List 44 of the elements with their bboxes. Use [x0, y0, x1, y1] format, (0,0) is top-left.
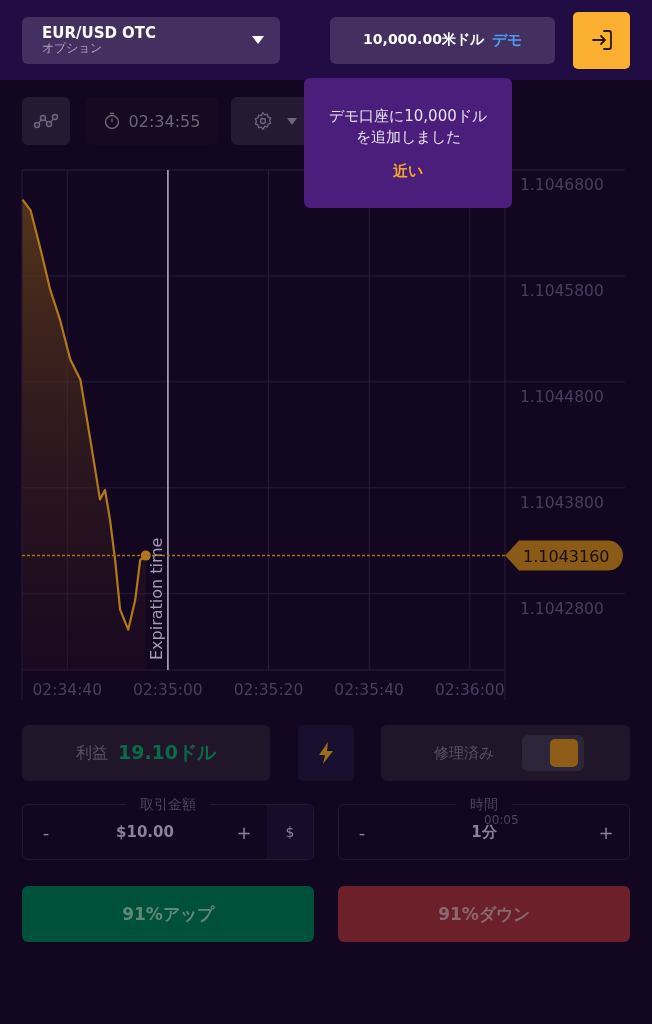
time-axis-label: 02:34:40: [32, 681, 103, 699]
login-button[interactable]: [573, 11, 630, 69]
fixed-label: 修理済み: [434, 743, 494, 763]
profit-label: 利益: [75, 742, 108, 764]
time-axis-label: 02:35:20: [233, 681, 304, 699]
time-axis-label: 02:35:00: [133, 681, 203, 699]
price-axis-label: 1.1046800: [520, 176, 604, 194]
account-mode: デモ: [491, 30, 522, 50]
price-axis-label: 1.1045800: [520, 281, 604, 300]
price-tag: 1.1043160: [505, 540, 623, 571]
asset-selector[interactable]: EUR/USD OTC オプション: [22, 16, 280, 64]
decrease-button[interactable]: -: [339, 805, 385, 859]
caret-icon: [252, 36, 264, 44]
current-price-dot: [140, 550, 151, 561]
price-axis-label: 1.1043800: [520, 493, 604, 512]
currency-button[interactable]: $: [267, 805, 313, 859]
login-icon: [589, 28, 614, 52]
increase-button[interactable]: +: [583, 805, 629, 859]
balance-display[interactable]: 10,000.00米ドル デモ: [330, 16, 555, 64]
increase-button[interactable]: +: [221, 805, 267, 859]
timer-text: 02:34:55: [128, 111, 201, 131]
time-axis-label: 02:35:40: [334, 681, 404, 699]
expiration-label: Expiration time: [146, 537, 166, 660]
notification-message: デモ口座に10,000ドルを追加しました: [328, 105, 488, 148]
amount-legend: 取引金額: [126, 796, 210, 812]
asset-name: EUR/USD OTC: [42, 25, 157, 42]
profit-value: 19.10ドル: [117, 740, 217, 765]
quick-trade-button[interactable]: [298, 725, 354, 781]
decrease-button[interactable]: -: [23, 805, 69, 859]
lightning-icon: [318, 742, 334, 764]
fixed-toggle[interactable]: [522, 735, 584, 771]
time-legend: 時間: [456, 796, 512, 812]
stopwatch-icon: [103, 112, 120, 130]
asset-type: オプション: [42, 41, 103, 55]
caret-icon: [287, 117, 297, 125]
balance-amount: 10,000.00米ドル: [363, 31, 484, 49]
price-axis-label: 1.1044800: [520, 387, 604, 406]
close-link[interactable]: 近い: [393, 161, 423, 181]
price-axis-label: 1.1042800: [520, 599, 604, 618]
chart-type-button[interactable]: [22, 97, 70, 145]
line-chart-icon: [33, 113, 59, 129]
time-axis-label: 02:36:00: [434, 681, 505, 699]
amount-value: $10.00: [115, 823, 175, 841]
settings-icon: [253, 111, 273, 131]
